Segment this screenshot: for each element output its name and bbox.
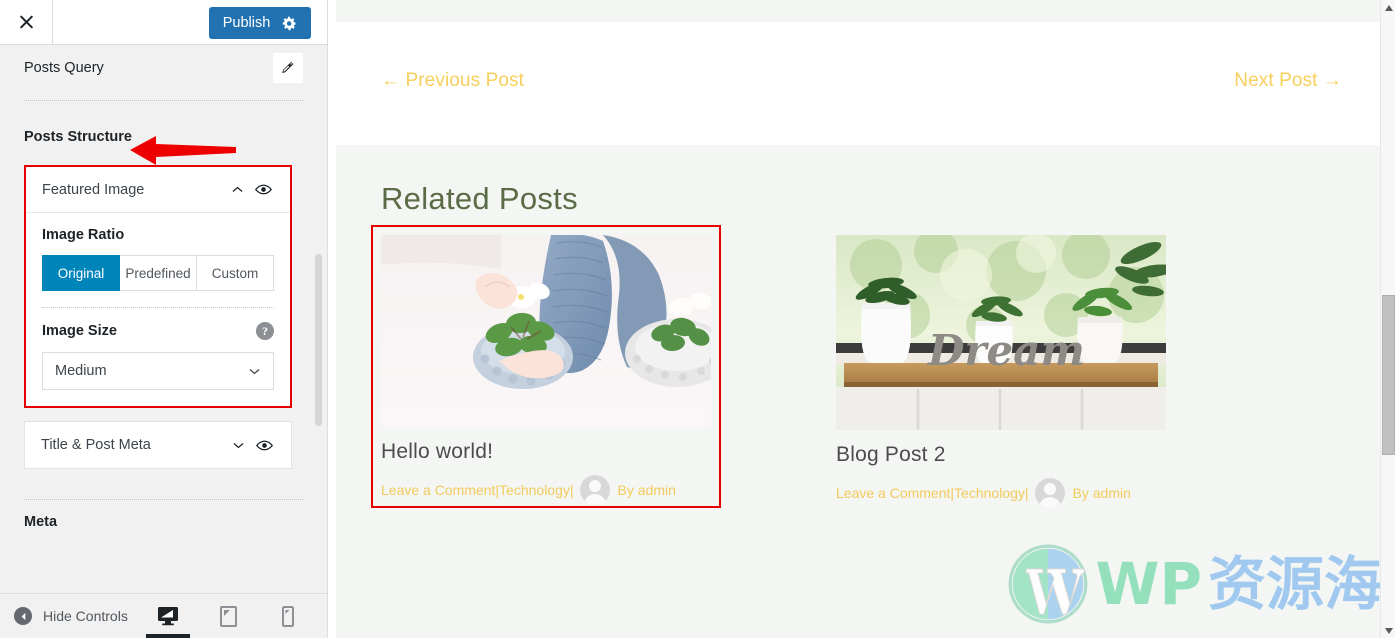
sidebar-scroll-area: Posts Query Posts Structure Featured Ima…	[0, 45, 327, 593]
preview-bottom-section	[336, 600, 1382, 638]
featured-image-2: Dream	[836, 235, 1166, 430]
related-posts-list: Hello world! Leave a Comment | Technolog…	[371, 225, 1337, 508]
related-post-thumbnail[interactable]	[381, 235, 711, 427]
leave-comment-link[interactable]: Leave a Comment	[381, 482, 495, 498]
post-navigation: ← Previous Post Next Post →	[328, 22, 1395, 92]
gear-icon	[283, 16, 297, 30]
chevron-left-icon	[14, 607, 32, 625]
sidebar-scrollbar-track[interactable]	[315, 218, 322, 468]
browser-scrollbar[interactable]	[1380, 0, 1395, 638]
sidebar-scrollbar-thumb[interactable]	[315, 254, 322, 426]
device-preview-switcher	[146, 594, 327, 638]
site-preview-frame: ← Previous Post Next Post → Related Post…	[328, 0, 1395, 638]
tablet-icon	[219, 605, 237, 627]
image-ratio-label: Image Ratio	[42, 227, 125, 243]
image-size-label-row: Image Size ?	[42, 322, 274, 340]
related-post-meta: Leave a Comment | Technology | By admin	[836, 478, 1166, 508]
title-post-meta-panel-header[interactable]: Title & Post Meta	[25, 422, 291, 468]
image-ratio-label-row: Image Ratio	[42, 227, 274, 243]
author-link[interactable]: By admin	[1073, 485, 1131, 501]
avatar	[1034, 478, 1065, 508]
image-ratio-option-predefined[interactable]: Predefined	[120, 255, 197, 291]
customizer-screen: Publish Posts Query Posts Structure Feat…	[0, 0, 1395, 638]
question-mark-icon[interactable]: ?	[256, 322, 274, 340]
edit-posts-query-button[interactable]	[273, 53, 303, 83]
publish-button-label: Publish	[222, 15, 271, 31]
title-post-meta-panel-title: Title & Post Meta	[41, 437, 151, 453]
close-icon	[18, 14, 35, 31]
category-link[interactable]: Technology	[499, 482, 570, 498]
featured-image-1	[381, 235, 711, 427]
sidebar-topbar: Publish	[0, 0, 327, 45]
desktop-icon	[158, 607, 178, 626]
close-customizer-button[interactable]	[0, 0, 53, 44]
related-posts-heading: Related Posts	[381, 181, 578, 216]
image-size-select[interactable]: Medium	[42, 352, 274, 390]
scroll-up-arrow[interactable]	[1381, 0, 1395, 15]
pencil-icon	[282, 61, 294, 73]
related-post-meta: Leave a Comment | Technology | By admin	[381, 475, 711, 505]
featured-image-panel-title: Featured Image	[42, 181, 145, 198]
chevron-down-icon	[233, 442, 243, 448]
related-post-card: Hello world! Leave a Comment | Technolog…	[371, 225, 721, 508]
posts-query-label: Posts Query	[24, 60, 104, 76]
annotation-arrow-icon	[130, 136, 236, 165]
meta-separator: |	[569, 482, 574, 498]
related-post-title[interactable]: Hello world!	[381, 440, 711, 464]
leave-comment-link[interactable]: Leave a Comment	[836, 485, 950, 501]
featured-image-visibility-toggle[interactable]	[250, 177, 276, 203]
chevron-up-icon	[232, 186, 242, 192]
featured-image-panel-body: Image Ratio Original Predefined Custom I…	[26, 213, 290, 406]
device-tablet-button[interactable]	[211, 594, 245, 638]
image-ratio-option-custom[interactable]: Custom	[197, 255, 274, 291]
image-ratio-option-original[interactable]: Original	[42, 255, 120, 291]
related-posts-section: Related Posts Hello world! Leave a Comme…	[336, 145, 1382, 605]
preview-top-section	[336, 0, 1381, 22]
author-link[interactable]: By admin	[618, 482, 676, 498]
featured-image-panel-highlight: Featured Image Image Ratio Original Pred…	[24, 165, 292, 408]
device-desktop-button[interactable]	[146, 594, 190, 638]
image-ratio-button-group[interactable]: Original Predefined Custom	[42, 255, 274, 291]
image-size-label: Image Size	[42, 323, 117, 339]
eye-icon	[254, 184, 272, 195]
mobile-icon	[282, 605, 294, 627]
title-post-meta-panel: Title & Post Meta	[24, 421, 292, 469]
hide-controls-button[interactable]: Hide Controls	[0, 607, 151, 625]
divider	[42, 307, 274, 308]
related-post-card: Dream Blog Post 2 Leave a Comment | Tech…	[836, 235, 1166, 508]
next-post-link[interactable]: Next Post →	[1234, 70, 1342, 92]
customizer-sidebar: Publish Posts Query Posts Structure Feat…	[0, 0, 328, 638]
hide-controls-label: Hide Controls	[43, 608, 128, 624]
sidebar-bottom-bar: Hide Controls	[0, 593, 327, 638]
chevron-down-icon	[249, 368, 260, 374]
title-post-meta-expand-button[interactable]	[225, 432, 251, 458]
device-mobile-button[interactable]	[271, 594, 305, 638]
category-link[interactable]: Technology	[954, 485, 1025, 501]
image-size-selected-value: Medium	[55, 363, 107, 379]
meta-section-title: Meta	[24, 514, 58, 530]
dream-sign-text: Dream	[927, 326, 1085, 375]
previous-post-link[interactable]: ← Previous Post	[381, 70, 524, 92]
title-post-meta-visibility-toggle[interactable]	[251, 432, 277, 458]
posts-query-row[interactable]: Posts Query	[16, 45, 311, 91]
browser-scrollbar-thumb[interactable]	[1382, 295, 1395, 455]
meta-separator: |	[1024, 485, 1029, 501]
related-post-thumbnail[interactable]: Dream	[836, 235, 1166, 430]
featured-image-collapse-button[interactable]	[224, 177, 250, 203]
publish-button[interactable]: Publish	[209, 7, 311, 39]
related-post-title[interactable]: Blog Post 2	[836, 443, 1166, 467]
avatar	[579, 475, 610, 505]
scroll-down-arrow[interactable]	[1381, 623, 1395, 638]
eye-icon	[255, 440, 273, 450]
featured-image-panel-header[interactable]: Featured Image	[26, 167, 290, 213]
